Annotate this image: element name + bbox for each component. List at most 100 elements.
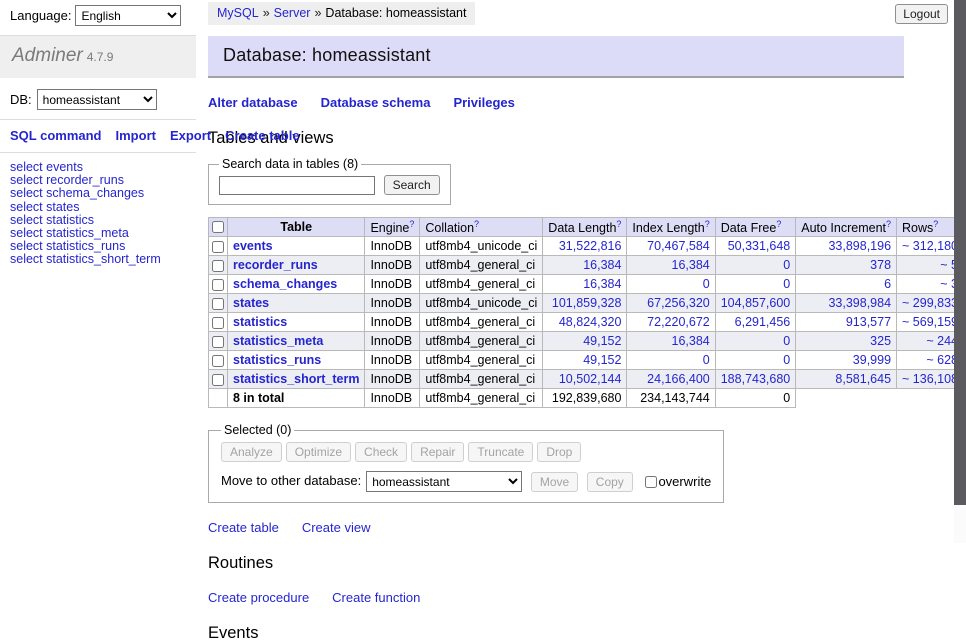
table-link-statistics-meta[interactable]: statistics_meta xyxy=(233,334,323,348)
row-checkbox[interactable] xyxy=(212,260,224,272)
index-length-link[interactable]: 70,467,584 xyxy=(647,239,710,253)
rows-link[interactable]: ~ 299,833 xyxy=(902,296,958,310)
data-free-link[interactable]: 0 xyxy=(783,258,790,272)
breadcrumb-separator: » xyxy=(263,6,270,20)
auto-increment-link[interactable]: 39,999 xyxy=(853,353,891,367)
help-link[interactable]: ? xyxy=(409,219,414,229)
move-button[interactable]: Move xyxy=(531,472,578,492)
rows-link[interactable]: ~ 569,159 xyxy=(902,315,958,329)
auto-increment-link[interactable]: 913,577 xyxy=(846,315,891,329)
index-length-link[interactable]: 72,220,672 xyxy=(647,315,710,329)
row-checkbox[interactable] xyxy=(212,279,224,291)
search-button[interactable]: Search xyxy=(384,175,440,195)
routine-link-create-function[interactable]: Create function xyxy=(332,590,420,605)
drop-button[interactable]: Drop xyxy=(537,442,581,462)
breadcrumb-link-mysql[interactable]: MySQL xyxy=(217,6,259,20)
data-length-link[interactable]: 10,502,144 xyxy=(559,372,622,386)
select-all-checkbox[interactable] xyxy=(212,221,224,233)
data-free-link[interactable]: 0 xyxy=(783,277,790,291)
sidebar-link-sql-command[interactable]: SQL command xyxy=(10,128,102,143)
auto-increment-link[interactable]: 33,898,196 xyxy=(828,239,891,253)
help-link[interactable]: ? xyxy=(616,219,621,229)
data-length-link[interactable]: 16,384 xyxy=(583,277,621,291)
column-header-label: Data Length xyxy=(548,221,616,235)
total-label-cell: 8 in total xyxy=(228,389,365,408)
index-length-link[interactable]: 16,384 xyxy=(672,258,710,272)
index-length-link[interactable]: 16,384 xyxy=(672,334,710,348)
help-link[interactable]: ? xyxy=(886,219,891,229)
auto-increment-link[interactable]: 378 xyxy=(870,258,891,272)
move-database-select[interactable]: homeassistant xyxy=(366,471,522,492)
auto-increment-link[interactable]: 325 xyxy=(870,334,891,348)
table-link-recorder-runs[interactable]: recorder_runs xyxy=(233,258,318,272)
breadcrumb-link-server[interactable]: Server xyxy=(274,6,311,20)
data-length-link[interactable]: 16,384 xyxy=(583,258,621,272)
rows-link[interactable]: ~ 136,108 xyxy=(902,372,958,386)
data-free-link[interactable]: 0 xyxy=(783,334,790,348)
overwrite-checkbox[interactable] xyxy=(645,476,657,488)
help-link[interactable]: ? xyxy=(933,219,938,229)
data-free-link[interactable]: 0 xyxy=(783,353,790,367)
row-checkbox[interactable] xyxy=(212,355,224,367)
copy-button[interactable]: Copy xyxy=(587,472,633,492)
table-name-cell: statistics_meta xyxy=(228,332,365,351)
analyze-button[interactable]: Analyze xyxy=(221,442,282,462)
table-link-events[interactable]: events xyxy=(233,239,273,253)
sidebar-select-statistics-short-term[interactable]: select statistics_short_term xyxy=(10,253,186,266)
index-length-link[interactable]: 0 xyxy=(703,353,710,367)
data-free-link[interactable]: 188,743,680 xyxy=(721,372,791,386)
sidebar-link-create-table[interactable]: Create table xyxy=(225,128,299,143)
row-checkbox[interactable] xyxy=(212,317,224,329)
table-link-schema-changes[interactable]: schema_changes xyxy=(233,277,337,291)
index-length-cell: 0 xyxy=(627,275,715,294)
data-free-link[interactable]: 6,291,456 xyxy=(735,315,791,329)
table-link-statistics-runs[interactable]: statistics_runs xyxy=(233,353,321,367)
sidebar-select-schema-changes[interactable]: select schema_changes xyxy=(10,187,186,200)
row-checkbox-cell xyxy=(209,256,228,275)
data-length-link[interactable]: 101,859,328 xyxy=(552,296,622,310)
create-link-create-view[interactable]: Create view xyxy=(302,520,371,535)
row-checkbox[interactable] xyxy=(212,241,224,253)
sidebar-link-import[interactable]: Import xyxy=(116,128,156,143)
logout-button[interactable]: Logout xyxy=(895,4,948,24)
help-link[interactable]: ? xyxy=(474,219,479,229)
rows-link[interactable]: ~ 312,180 xyxy=(902,239,958,253)
scrollbar-thumb[interactable] xyxy=(954,0,966,505)
sidebar-link-export[interactable]: Export xyxy=(170,128,211,143)
data-length-link[interactable]: 48,824,320 xyxy=(559,315,622,329)
help-link[interactable]: ? xyxy=(776,219,781,229)
data-free-link[interactable]: 104,857,600 xyxy=(721,296,791,310)
table-link-states[interactable]: states xyxy=(233,296,269,310)
index-length-link[interactable]: 67,256,320 xyxy=(647,296,710,310)
data-length-link[interactable]: 49,152 xyxy=(583,334,621,348)
truncate-button[interactable]: Truncate xyxy=(468,442,533,462)
create-link-create-table[interactable]: Create table xyxy=(208,520,279,535)
auto-increment-link[interactable]: 6 xyxy=(884,277,891,291)
row-checkbox[interactable] xyxy=(212,374,224,386)
row-checkbox[interactable] xyxy=(212,298,224,310)
index-length-link[interactable]: 24,166,400 xyxy=(647,372,710,386)
search-input[interactable] xyxy=(219,176,375,195)
routine-link-create-procedure[interactable]: Create procedure xyxy=(208,590,309,605)
auto-increment-link[interactable]: 33,398,984 xyxy=(828,296,891,310)
auto-increment-link[interactable]: 8,581,645 xyxy=(835,372,891,386)
optimize-button[interactable]: Optimize xyxy=(286,442,351,462)
action-link-privileges[interactable]: Privileges xyxy=(453,95,514,110)
scrollbar-track[interactable] xyxy=(954,0,966,543)
table-row-states: statesInnoDButf8mb4_unicode_ci101,859,32… xyxy=(209,294,966,313)
help-link[interactable]: ? xyxy=(705,219,710,229)
language-select[interactable]: English xyxy=(75,5,181,26)
data-length-link[interactable]: 49,152 xyxy=(583,353,621,367)
table-link-statistics-short-term[interactable]: statistics_short_term xyxy=(233,372,359,386)
data-free-link[interactable]: 50,331,648 xyxy=(728,239,791,253)
data-length-link[interactable]: 31,522,816 xyxy=(559,239,622,253)
index-length-link[interactable]: 0 xyxy=(703,277,710,291)
row-checkbox[interactable] xyxy=(212,336,224,348)
action-link-alter-database[interactable]: Alter database xyxy=(208,95,298,110)
table-link-statistics[interactable]: statistics xyxy=(233,315,287,329)
repair-button[interactable]: Repair xyxy=(411,442,464,462)
db-select[interactable]: homeassistant xyxy=(37,89,157,110)
sidebar-select-states[interactable]: select states xyxy=(10,201,186,214)
action-link-database-schema[interactable]: Database schema xyxy=(321,95,431,110)
check-button[interactable]: Check xyxy=(355,442,407,462)
